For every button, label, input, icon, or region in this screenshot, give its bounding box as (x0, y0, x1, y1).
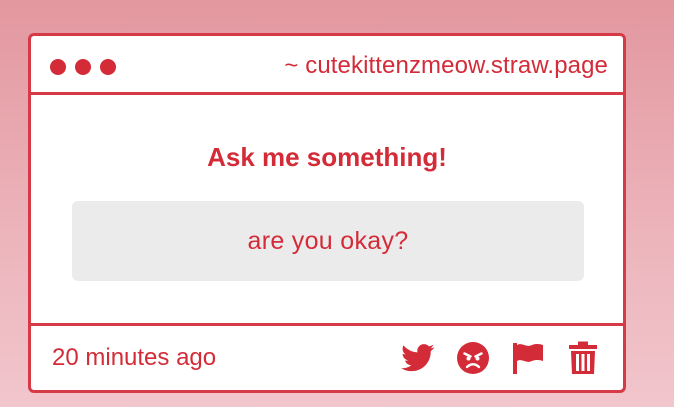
page-url: ~ cutekittenzmeow.straw.page (284, 52, 608, 79)
window-controls (50, 59, 116, 75)
question-text: are you okay? (247, 226, 409, 255)
page-title: Ask me something! (207, 142, 447, 172)
timestamp: 20 minutes ago (52, 344, 217, 371)
delete-button[interactable] (565, 341, 601, 375)
question-box: are you okay? (72, 201, 584, 281)
footer: 20 minutes ago (31, 323, 623, 390)
title-bar: ~ cutekittenzmeow.straw.page (31, 36, 623, 95)
share-twitter-button[interactable] (400, 341, 436, 375)
twitter-icon (401, 344, 435, 372)
window-dot (100, 59, 116, 75)
trash-icon (569, 341, 597, 374)
window-dot (50, 59, 66, 75)
action-bar (400, 341, 601, 375)
flag-button[interactable] (510, 341, 546, 375)
angry-face-icon (457, 342, 489, 374)
browser-window: ~ cutekittenzmeow.straw.page Ask me some… (28, 33, 626, 393)
flag-icon (513, 343, 543, 374)
main-content: Ask me something! are you okay? (31, 95, 623, 323)
window-dot (75, 59, 91, 75)
report-abuse-button[interactable] (455, 341, 491, 375)
